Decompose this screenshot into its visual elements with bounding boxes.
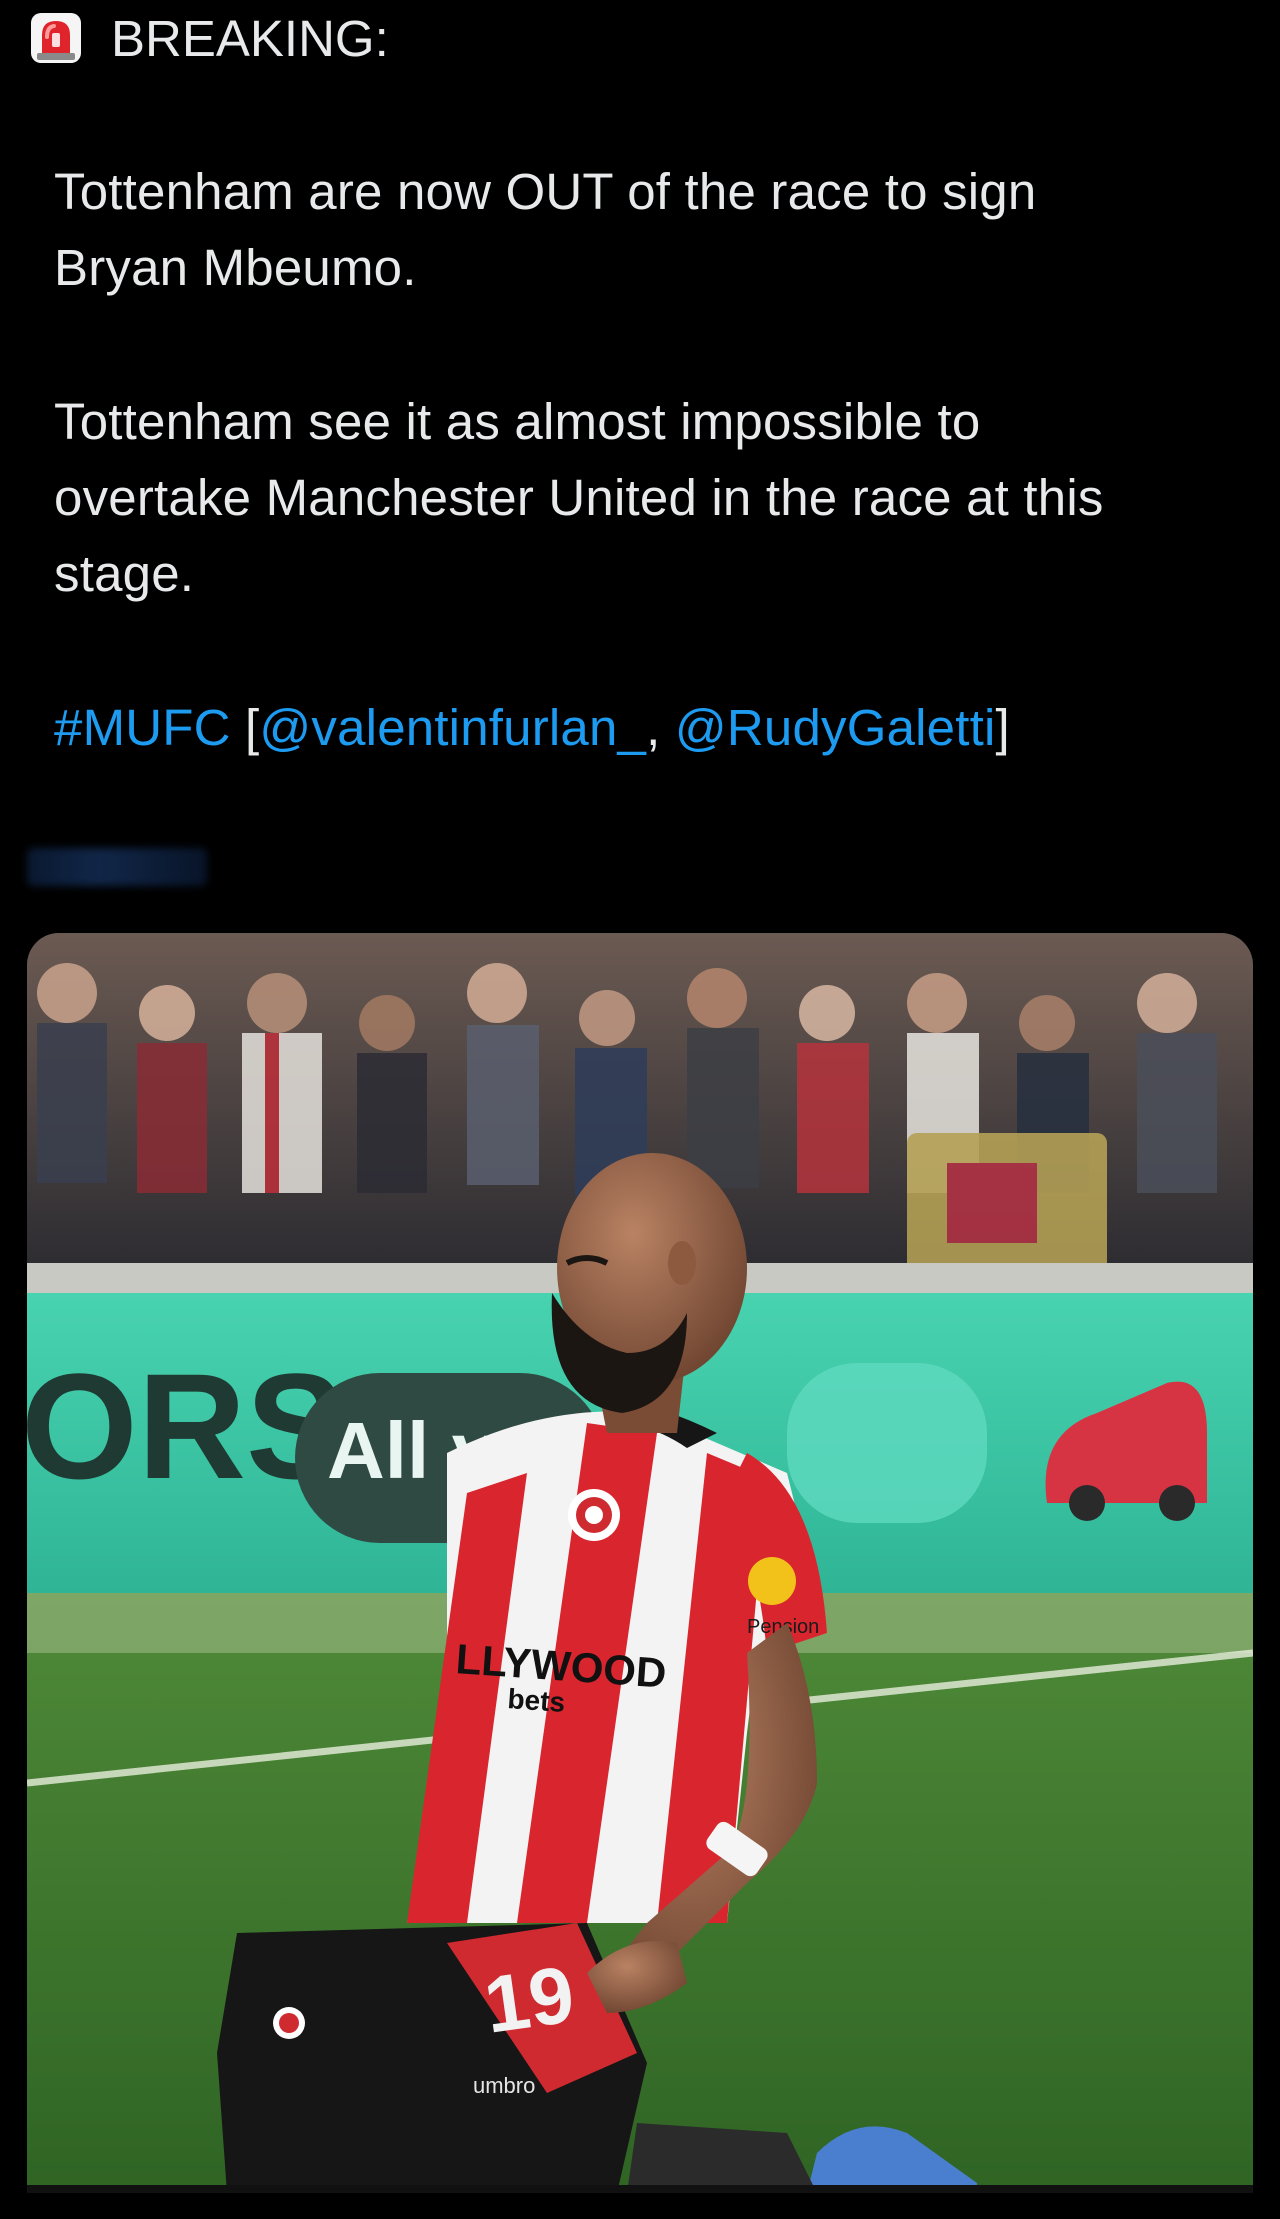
bracket-open: [ bbox=[230, 699, 260, 756]
shorts-brand: umbro bbox=[473, 2073, 535, 2098]
mention-link-valentinfurlan[interactable]: @valentinfurlan_ bbox=[259, 699, 646, 756]
mention-separator: , bbox=[646, 699, 675, 756]
sleeve-sponsor-badge bbox=[748, 1557, 796, 1605]
player-celebration-photo: ORS All you n 19 umbro bbox=[27, 933, 1253, 2193]
shirt-sponsor-line-2: bets bbox=[507, 1683, 567, 1718]
breaking-header: BREAKING: bbox=[27, 2, 389, 74]
board-text-left: ORS bbox=[27, 1342, 346, 1510]
blurred-handle bbox=[27, 848, 207, 886]
shorts-number: 19 bbox=[479, 1949, 580, 2050]
mention-link-rudygaletti[interactable]: @RudyGaletti bbox=[675, 699, 996, 756]
paragraph-1-line-2: Bryan Mbeumo. bbox=[54, 239, 417, 296]
tweet-paragraph-2: Tottenham see it as almost impossible to… bbox=[54, 384, 1104, 612]
bracket-close: ] bbox=[995, 699, 1010, 756]
paragraph-1-line-1: Tottenham are now OUT of the race to sig… bbox=[54, 163, 1037, 220]
hashtag-link[interactable]: #MUFC bbox=[54, 699, 231, 756]
paragraph-2-line-1: Tottenham see it as almost impossible to bbox=[54, 393, 981, 450]
breaking-label: BREAKING: bbox=[111, 9, 389, 67]
tweet-tags-line: #MUFC [@valentinfurlan_, @RudyGaletti] bbox=[54, 690, 1010, 766]
police-car-light-icon bbox=[31, 13, 81, 63]
tweet-paragraph-1: Tottenham are now OUT of the race to sig… bbox=[54, 154, 1036, 306]
tweet: BREAKING: Tottenham are now OUT of the r… bbox=[0, 0, 1280, 2219]
tweet-media-photo[interactable]: ORS All you n 19 umbro bbox=[27, 933, 1253, 2193]
paragraph-2-line-3: stage. bbox=[54, 545, 195, 602]
paragraph-2-line-2: overtake Manchester United in the race a… bbox=[54, 469, 1104, 526]
